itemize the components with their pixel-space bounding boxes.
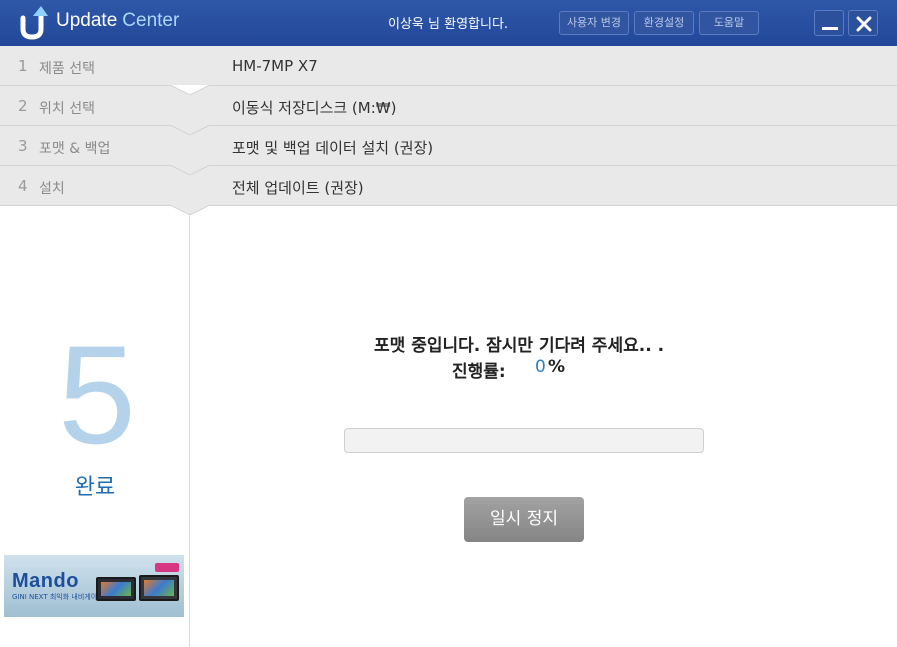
step-value: 포맷 및 백업 데이터 설치 (권장)	[232, 139, 434, 157]
step-arrow-icon	[170, 125, 210, 135]
step-arrow-icon	[170, 205, 210, 215]
step-value: 이동식 저장디스크 (M:₩)	[232, 99, 397, 117]
navigation-device-image	[96, 577, 136, 601]
app-title-center: Center	[122, 10, 180, 31]
title-bar: Update Center 이상욱 님 환영합니다. 사용자 변경 환경설정 도움…	[0, 0, 897, 46]
settings-button[interactable]: 환경설정	[634, 11, 694, 35]
close-button[interactable]	[848, 10, 878, 36]
step-arrow-icon	[170, 85, 210, 95]
progress-unit: %	[548, 357, 566, 377]
minimize-icon	[822, 27, 838, 30]
step-number: 2	[18, 97, 28, 115]
current-step-panel: 5 완료 Mando GINI NEXT 최익화 내비게이션	[0, 207, 190, 647]
banner-sticker	[155, 563, 179, 572]
step-label: 설치	[39, 181, 65, 197]
step-value: HM-7MP X7	[232, 57, 318, 75]
step-label: 위치 선택	[39, 101, 95, 117]
progress-bar	[344, 428, 704, 453]
mando-banner[interactable]: Mando GINI NEXT 최익화 내비게이션	[4, 555, 184, 617]
app-title: Update Center	[56, 10, 179, 32]
step-label: 제품 선택	[39, 61, 95, 77]
current-step-number: 5	[58, 316, 136, 473]
progress-percent: 0	[535, 357, 546, 377]
help-button[interactable]: 도움말	[699, 11, 759, 35]
banner-tagline: GINI NEXT 최익화 내비게이션	[12, 593, 104, 601]
pause-button[interactable]: 일시 정지	[464, 497, 584, 542]
step-4-install: 4 설치 전체 업데이트 (권장)	[0, 166, 897, 215]
change-user-button[interactable]: 사용자 변경	[559, 11, 629, 35]
banner-brand: Mando	[12, 570, 79, 592]
step-value: 전체 업데이트 (권장)	[232, 179, 364, 197]
app-title-update: Update	[56, 10, 118, 31]
step-list: 1 제품 선택 HM-7MP X7 2 위치 선택 이동식 저장디스크 (M:₩…	[0, 46, 897, 215]
current-step-label: 완료	[74, 475, 116, 500]
step-label: 포맷 & 백업	[39, 141, 111, 157]
step-arrow-icon	[170, 165, 210, 175]
step-2-location-select: 2 위치 선택 이동식 저장디스크 (M:₩)	[0, 86, 897, 135]
navigation-device-image	[139, 575, 179, 601]
step-3-format-backup: 3 포맷 & 백업 포맷 및 백업 데이터 설치 (권장)	[0, 126, 897, 175]
close-icon	[856, 16, 872, 32]
minimize-button[interactable]	[814, 10, 844, 36]
progress-readout: 진행률: 0 %	[452, 357, 565, 382]
step-number: 1	[18, 57, 28, 75]
step-number: 4	[18, 177, 28, 195]
progress-label: 진행률:	[452, 362, 506, 382]
step-1-product-select: 1 제품 선택 HM-7MP X7	[0, 46, 897, 95]
update-center-window: Update Center 이상욱 님 환영합니다. 사용자 변경 환경설정 도움…	[0, 0, 897, 647]
status-message: 포맷 중입니다. 잠시만 기다려 주세요.. .	[374, 336, 665, 356]
step-number: 3	[18, 137, 28, 155]
welcome-text: 이상욱 님 환영합니다.	[388, 17, 509, 32]
update-logo-icon	[20, 6, 48, 40]
